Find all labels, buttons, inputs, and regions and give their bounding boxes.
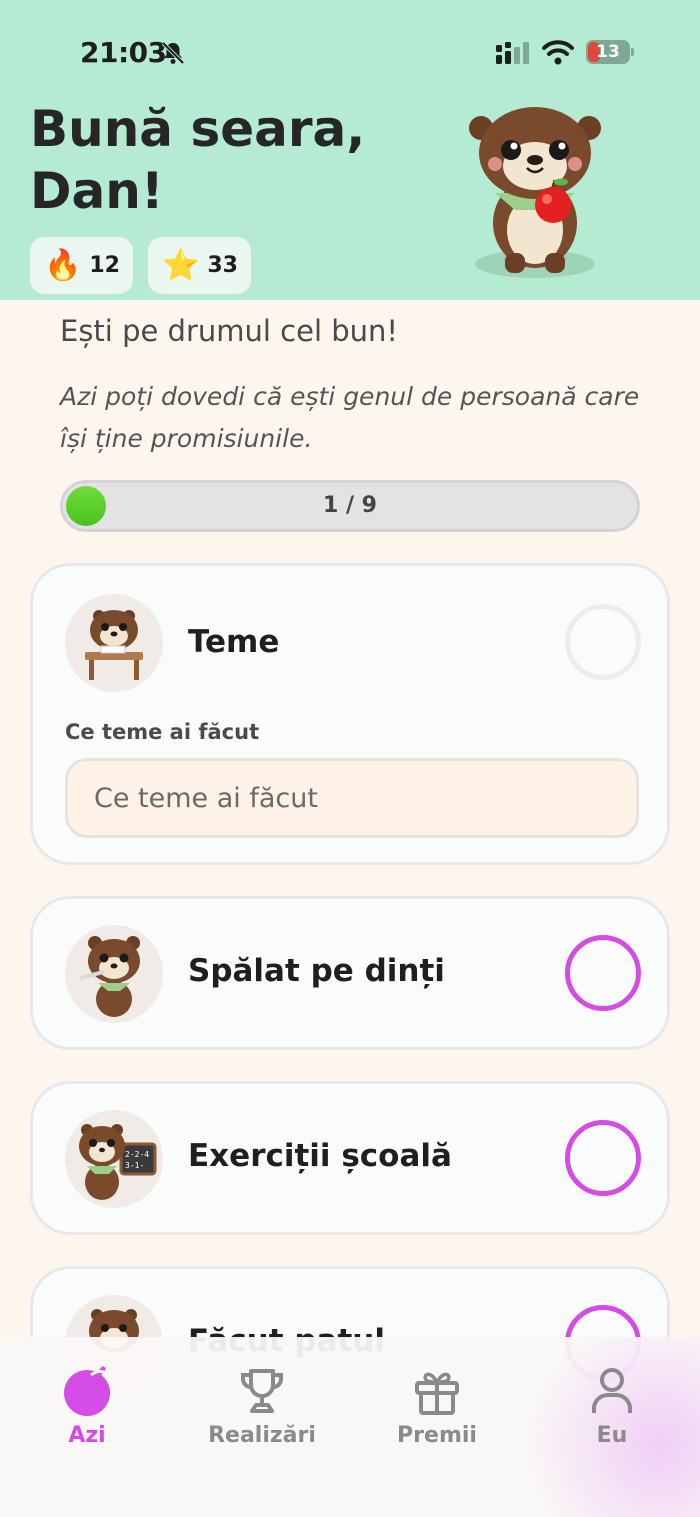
trophy-icon — [241, 1369, 283, 1413]
tab-label: Premii — [397, 1423, 477, 1448]
task-card-spalat-pe-dinti[interactable]: Spălat pe dinți — [30, 896, 670, 1050]
header: 21:03 13 Bună seara, Dan! 🔥 12 ⭐ 33 — [0, 0, 700, 300]
apple-icon — [64, 1366, 110, 1416]
otter-mascot-illustration — [469, 107, 601, 278]
tab-realizari[interactable]: Realizări — [187, 1365, 337, 1455]
otter-toothbrush-icon — [65, 925, 163, 1023]
user-icon — [592, 1368, 632, 1413]
battery-indicator: 13 — [586, 40, 634, 64]
battery-level: 13 — [596, 42, 620, 62]
status-bar: 21:03 13 — [0, 0, 700, 100]
daily-progress-bar: 1 / 9 — [60, 480, 640, 532]
status-time: 21:03 — [80, 36, 167, 69]
gift-icon — [415, 1372, 459, 1415]
streak-badge[interactable]: 🔥 12 — [30, 237, 133, 294]
bell-off-icon — [161, 41, 185, 65]
task-card-exercitii-scoala[interactable]: 2-2-4 3-1- Exerciții școală — [30, 1081, 670, 1235]
stars-count: 33 — [207, 253, 238, 278]
tab-label: Realizări — [208, 1423, 316, 1448]
svg-text:2-2-4: 2-2-4 — [125, 1150, 149, 1159]
fire-icon: 🔥 — [44, 247, 82, 283]
motivation-subtitle: Azi poți dovedi că ești genul de persoan… — [60, 382, 640, 453]
wifi-icon — [542, 40, 574, 65]
tab-label: Azi — [68, 1423, 106, 1448]
homework-input[interactable] — [65, 758, 639, 838]
greeting-title: Bună seara, Dan! — [30, 100, 366, 220]
svg-text:3-1-: 3-1- — [125, 1161, 144, 1170]
task-complete-checkbox[interactable] — [565, 935, 641, 1011]
star-icon: ⭐ — [162, 247, 200, 283]
homework-field-label: Ce teme ai făcut — [65, 720, 260, 744]
signal-icon — [496, 42, 529, 64]
task-complete-checkbox[interactable] — [565, 604, 641, 680]
task-title: Teme — [188, 624, 280, 660]
task-title: Exerciții școală — [188, 1138, 452, 1174]
tab-label: Eu — [596, 1423, 628, 1448]
motivation-text: Ești pe drumul cel bun! — [60, 314, 399, 348]
stars-badge[interactable]: ⭐ 33 — [148, 237, 251, 294]
otter-desk-icon — [65, 594, 163, 692]
tab-premii[interactable]: Premii — [362, 1365, 512, 1455]
tab-azi[interactable]: Azi — [12, 1365, 162, 1455]
streak-count: 12 — [89, 253, 120, 278]
task-title: Spălat pe dinți — [188, 953, 445, 989]
tab-eu[interactable]: Eu — [537, 1365, 687, 1455]
task-complete-checkbox[interactable] — [565, 1120, 641, 1196]
task-card-teme[interactable]: Teme Ce teme ai făcut — [30, 563, 670, 865]
progress-label: 1 / 9 — [323, 493, 377, 518]
otter-blackboard-icon: 2-2-4 3-1- — [65, 1110, 163, 1208]
bottom-tab-bar: Azi Realizări Premii Eu — [0, 1337, 700, 1517]
